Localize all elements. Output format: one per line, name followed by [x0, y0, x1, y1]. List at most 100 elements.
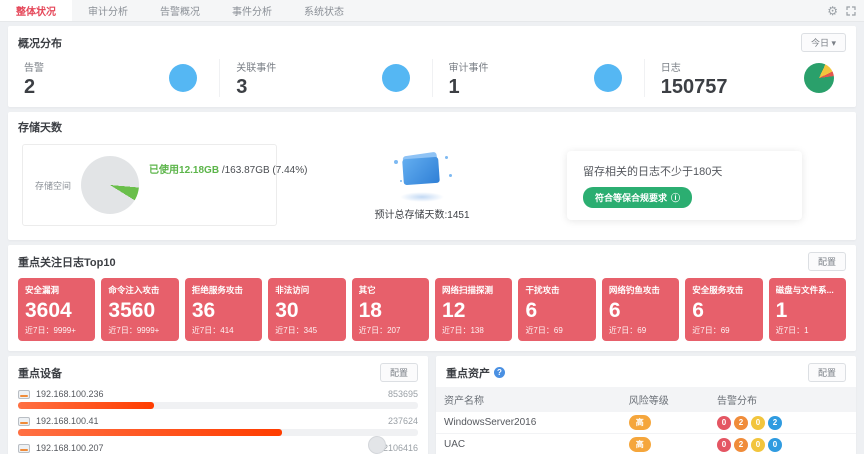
- info-icon: ⓘ: [671, 191, 680, 204]
- device-bar: [18, 402, 418, 409]
- week-value: 9999+: [53, 326, 75, 335]
- week-value: 138: [470, 326, 483, 335]
- log-card-interference[interactable]: 干扰攻击 6 近7日：69: [518, 278, 595, 341]
- asset-name: WindowsServer2016: [436, 412, 621, 434]
- week-value: 345: [304, 326, 317, 335]
- log-card-name: 其它: [359, 284, 422, 296]
- alert-badge-high: 2: [734, 438, 748, 452]
- stat-audit-events: 审计事件 1: [433, 59, 645, 97]
- week-value: 1: [804, 326, 808, 335]
- log-card-value: 1: [776, 300, 839, 322]
- alert-badge-critical: 0: [717, 438, 731, 452]
- help-icon[interactable]: ?: [494, 367, 505, 378]
- device-ip: 192.168.100.41: [36, 416, 99, 426]
- asset-row[interactable]: UAC 高 0 2 0 0: [436, 434, 856, 454]
- week-label: 近7日：: [275, 326, 303, 335]
- alert-badge-critical: 0: [717, 416, 731, 430]
- alert-badge-high: 2: [734, 416, 748, 430]
- asset-row[interactable]: WindowsServer2016 高 0 2 0 2: [436, 412, 856, 434]
- log-card-command-injection[interactable]: 命令注入攻击 3560 近7日：9999+: [101, 278, 178, 341]
- top-logs-config-button[interactable]: 配置: [808, 252, 846, 271]
- week-label: 近7日：: [692, 326, 720, 335]
- log-card-name: 网络钓鱼攻击: [609, 284, 672, 296]
- tab-event-analysis[interactable]: 事件分析: [216, 0, 288, 21]
- alert-badge-low: 2: [768, 416, 782, 430]
- log-card-name: 安全漏洞: [25, 284, 88, 296]
- device-row[interactable]: 192.168.100.41 237624: [18, 416, 418, 436]
- log-card-value: 3604: [25, 300, 88, 322]
- device-row[interactable]: 192.168.100.236 853695: [18, 389, 418, 409]
- log-card-name: 命令注入攻击: [108, 284, 171, 296]
- device-ip: 192.168.100.207: [36, 443, 104, 453]
- fullscreen-expand-icon[interactable]: [846, 6, 856, 16]
- storage-space-panel: 存储空间 已使用12.18GB /163.87GB (7.44%): [22, 144, 277, 226]
- storage-pie-chart: [81, 156, 139, 214]
- stat-label: 关联事件: [236, 59, 276, 74]
- week-value: 414: [220, 326, 233, 335]
- audit-icon: [594, 64, 622, 92]
- asset-name: UAC: [436, 434, 621, 454]
- compliance-button[interactable]: 符合等保合规要求 ⓘ: [583, 187, 692, 208]
- week-label: 近7日：: [442, 326, 470, 335]
- week-label: 近7日：: [525, 326, 553, 335]
- assets-config-button[interactable]: 配置: [808, 363, 846, 382]
- tab-system-status[interactable]: 系统状态: [288, 0, 360, 21]
- tab-alert-overview[interactable]: 告警概况: [144, 0, 216, 21]
- storage-usage-text: 已使用12.18GB /163.87GB (7.44%): [149, 161, 307, 176]
- scroll-helper-widget[interactable]: [368, 436, 386, 454]
- week-value: 69: [637, 326, 646, 335]
- log-card-phishing[interactable]: 网络钓鱼攻击 6 近7日：69: [602, 278, 679, 341]
- log-card-illegal-access[interactable]: 非法访问 30 近7日：345: [268, 278, 345, 341]
- top-logs-title: 重点关注日志Top10: [18, 254, 116, 270]
- column-alert-distribution: 告警分布: [709, 387, 856, 412]
- risk-badge: 高: [629, 437, 651, 452]
- stat-alerts: 告警 2: [8, 59, 220, 97]
- week-label: 近7日：: [776, 326, 804, 335]
- tab-audit-analysis[interactable]: 审计分析: [72, 0, 144, 21]
- log-card-disk-filesystem[interactable]: 磁盘与文件系... 1 近7日：1: [769, 278, 846, 341]
- week-label: 近7日：: [359, 326, 387, 335]
- week-label: 近7日：: [25, 326, 53, 335]
- log-card-name: 拒绝服务攻击: [192, 284, 255, 296]
- period-selector[interactable]: 今日 ▾: [801, 33, 846, 52]
- device-row[interactable]: 192.168.100.207 2106416: [18, 443, 418, 454]
- log-card-value: 12: [442, 300, 505, 322]
- column-risk-level: 风险等级: [621, 387, 709, 412]
- compliance-button-label: 符合等保合规要求: [595, 191, 667, 204]
- log-card-value: 6: [525, 300, 588, 322]
- tab-overall-status[interactable]: 整体状况: [0, 0, 72, 21]
- stat-label: 日志: [661, 59, 728, 74]
- log-card-name: 磁盘与文件系...: [776, 284, 839, 296]
- log-card-security-vuln[interactable]: 安全漏洞 3604 近7日：9999+: [18, 278, 95, 341]
- stat-logs: 日志 150757: [645, 59, 856, 97]
- log-card-network-scan[interactable]: 网络扫描探测 12 近7日：138: [435, 278, 512, 341]
- week-value: 207: [387, 326, 400, 335]
- stat-value: 1: [449, 77, 489, 97]
- storage-title: 存储天数: [18, 119, 62, 135]
- log-card-name: 安全服务攻击: [692, 284, 755, 296]
- log-card-value: 36: [192, 300, 255, 322]
- log-card-name: 网络扫描探测: [442, 284, 505, 296]
- stat-label: 审计事件: [449, 59, 489, 74]
- stat-value: 2: [24, 77, 44, 97]
- device-icon: [18, 444, 30, 453]
- log-card-value: 18: [359, 300, 422, 322]
- key-assets-title-text: 重点资产: [446, 365, 490, 381]
- stat-value: 150757: [661, 77, 728, 97]
- gear-icon[interactable]: ⚙: [827, 5, 838, 17]
- devices-config-button[interactable]: 配置: [380, 363, 418, 382]
- alert-badge-medium: 0: [751, 416, 765, 430]
- device-ip: 192.168.100.236: [36, 389, 104, 399]
- device-bar: [18, 429, 418, 436]
- log-card-value: 6: [609, 300, 672, 322]
- log-card-other[interactable]: 其它 18 近7日：207: [352, 278, 429, 341]
- log-pie-icon: [804, 63, 834, 93]
- top-tabbar: 整体状况 审计分析 告警概况 事件分析 系统状态 ⚙: [0, 0, 864, 22]
- overview-card: 概况分布 今日 ▾ 告警 2 关联事件 3 审计事件: [8, 26, 856, 107]
- log-card-value: 6: [692, 300, 755, 322]
- log-card-dos-attack[interactable]: 拒绝服务攻击 36 近7日：414: [185, 278, 262, 341]
- storage-used: 已使用12.18GB: [149, 165, 219, 176]
- log-card-security-service[interactable]: 安全服务攻击 6 近7日：69: [685, 278, 762, 341]
- alert-badge-low: 0: [768, 438, 782, 452]
- alerts-icon: [169, 64, 197, 92]
